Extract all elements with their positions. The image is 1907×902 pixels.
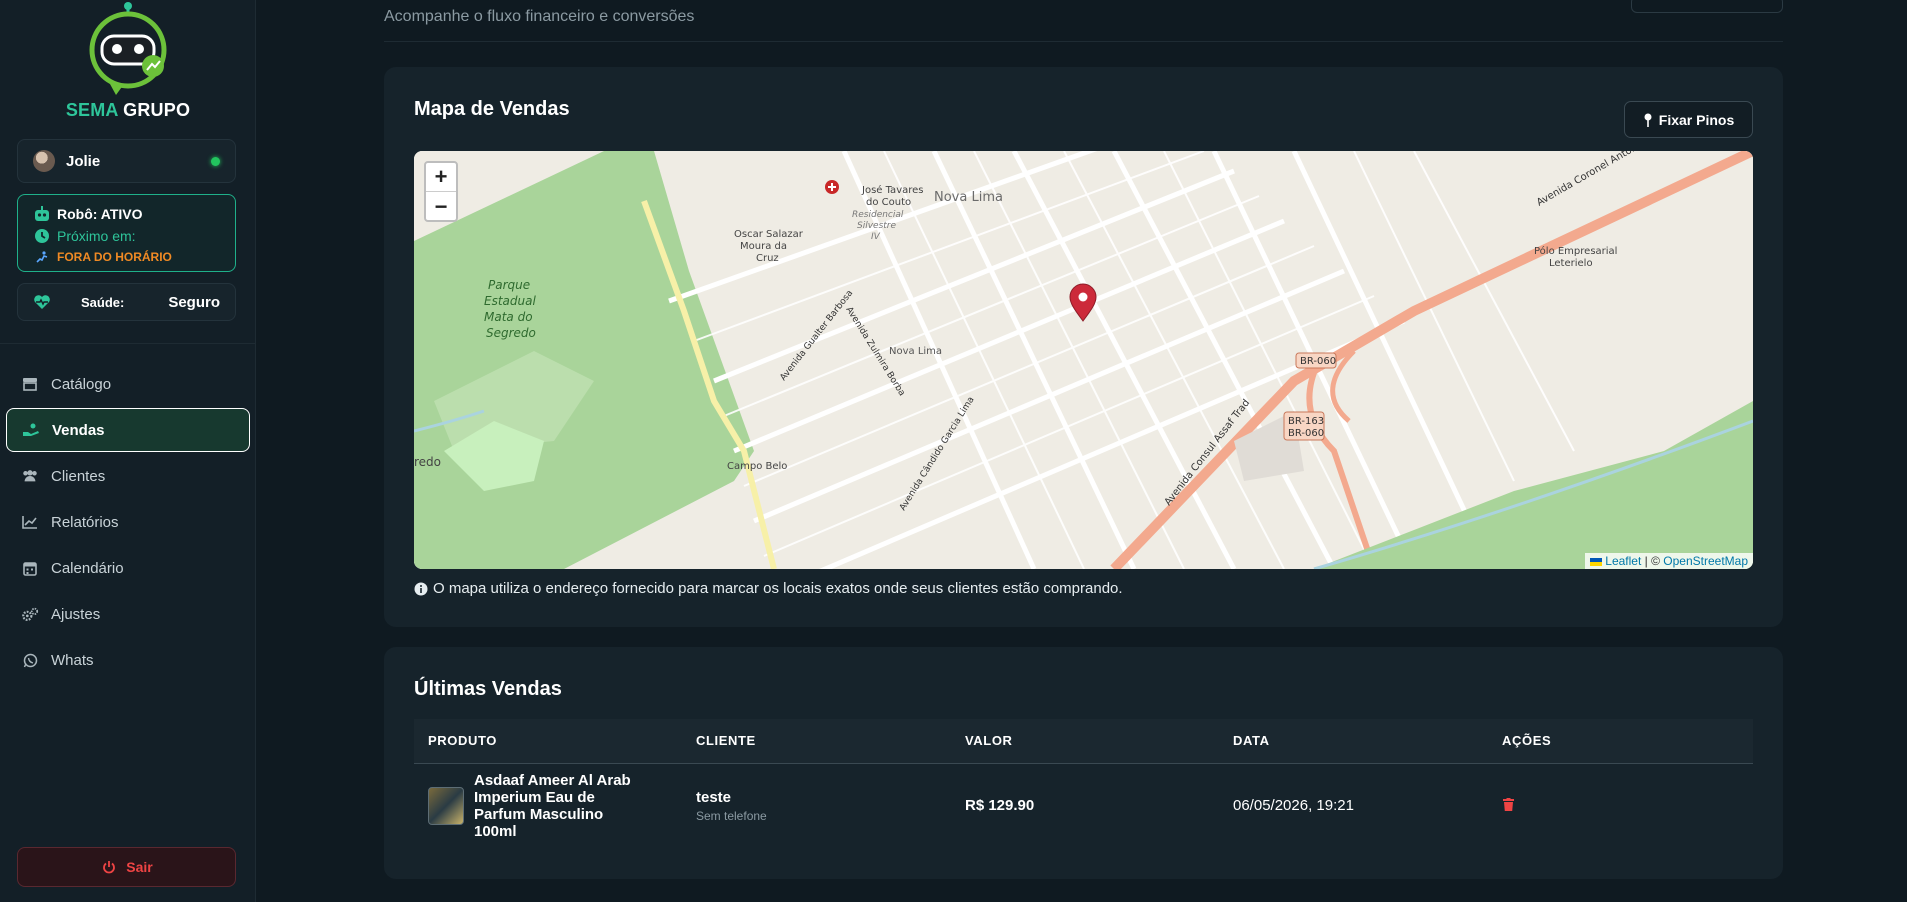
sidebar-item-label: Whats (51, 651, 94, 669)
sidebar-item-label: Catálogo (51, 375, 112, 393)
ukraine-flag-icon (1589, 557, 1602, 566)
map-info-text: O mapa utiliza o endereço fornecido para… (433, 580, 1123, 597)
sidebar-item-clientes[interactable]: Clientes (6, 454, 250, 498)
whatsapp-icon (21, 651, 39, 669)
map-panel-title: Mapa de Vendas (414, 98, 570, 120)
power-icon (100, 858, 118, 876)
client-phone: Sem telefone (696, 809, 767, 824)
sales-table: PRODUTO CLIENTE VALOR DATA AÇÕES Asdaaf … (414, 719, 1753, 849)
sales-panel-title: Últimas Vendas (414, 678, 562, 700)
info-icon (414, 582, 428, 596)
sidebar-item-whats[interactable]: Whats (6, 638, 250, 682)
health-label: Saúde: (81, 294, 125, 310)
column-header-cliente: CLIENTE (682, 719, 951, 764)
sale-date: 06/05/2026, 19:21 (1233, 797, 1354, 815)
map-label-nova-lima-2: Nova Lima (889, 346, 942, 357)
next-run-label: Próximo em: (57, 227, 136, 244)
attribution-separator: | © (1644, 554, 1660, 568)
logout-label: Sair (126, 859, 153, 875)
zoom-in-button[interactable]: + (426, 163, 456, 192)
sidebar: SEMA GRUPO Jolie Robô: ATIVO Próximo em:… (0, 0, 256, 902)
product-cell: Asdaaf Ameer Al Arab Imperium Eau de Par… (414, 763, 682, 849)
calendar-icon (21, 559, 39, 577)
sidebar-divider (0, 343, 256, 344)
map-tiles[interactable]: Nova Lima Nova Lima Parque Estadual Mata d… (414, 151, 1753, 569)
chart-line-icon (21, 513, 39, 531)
robot-status-card: Robô: ATIVO Próximo em: FORA DO HORÁRIO (17, 194, 236, 272)
sale-value: R$ 129.90 (965, 797, 1035, 815)
sales-map-panel: Mapa de Vendas Fixar Pinos Nova Lima Nov… (384, 67, 1783, 627)
sidebar-item-label: Clientes (51, 467, 106, 485)
store-icon (21, 375, 39, 393)
next-run-value: FORA DO HORÁRIO (57, 249, 172, 264)
map-label-campo-belo: Campo Belo (727, 461, 787, 472)
sales-map[interactable]: Nova Lima Nova Lima Parque Estadual Mata d… (414, 151, 1753, 569)
map-info-note: O mapa utiliza o endereço fornecido para… (414, 580, 1123, 597)
header-divider (384, 41, 1783, 42)
client-cell: teste Sem telefone (682, 763, 951, 849)
zoom-out-button[interactable]: − (426, 192, 456, 221)
brand-name: SEMA GRUPO (0, 100, 256, 121)
header-action-button[interactable] (1631, 0, 1783, 13)
avatar (33, 150, 55, 172)
map-attribution: Leaflet | © OpenStreetMap (1584, 553, 1753, 569)
sidebar-item-catalogo[interactable]: Catálogo (6, 362, 250, 406)
date-cell: 06/05/2026, 19:21 (1219, 763, 1488, 849)
robot-icon (33, 205, 51, 223)
sidebar-item-relatorios[interactable]: Relatórios (6, 500, 250, 544)
page-subtitle: Acompanhe o fluxo financeiro e conversõe… (384, 8, 695, 25)
column-header-acoes: AÇÕES (1488, 719, 1753, 764)
sidebar-item-vendas[interactable]: Vendas (6, 408, 250, 452)
user-name: Jolie (66, 152, 101, 170)
table-row: Asdaaf Ameer Al Arab Imperium Eau de Par… (414, 763, 1753, 849)
gears-icon (21, 605, 39, 623)
map-shield-br060b: BR-060 (1288, 428, 1324, 439)
users-icon (21, 467, 39, 485)
fix-pins-button[interactable]: Fixar Pinos (1624, 101, 1753, 138)
sidebar-item-label: Ajustes (51, 605, 101, 623)
column-header-data: DATA (1219, 719, 1488, 764)
openstreetmap-link[interactable]: OpenStreetMap (1663, 554, 1748, 568)
health-card: Saúde: Seguro (17, 283, 236, 321)
running-icon (33, 248, 51, 266)
clock-icon (33, 227, 51, 245)
brand-name-part2: GRUPO (123, 100, 191, 120)
latest-sales-panel: Últimas Vendas PRODUTO CLIENTE VALOR DAT… (384, 647, 1783, 879)
robot-logo-icon (89, 2, 167, 95)
sidebar-nav: Catálogo Vendas Clientes Relatórios Cale… (0, 362, 256, 684)
column-header-valor: VALOR (951, 719, 1219, 764)
trash-icon[interactable] (1502, 797, 1514, 811)
sidebar-item-label: Calendário (51, 559, 124, 577)
brand-logo: SEMA GRUPO (0, 0, 256, 125)
user-card[interactable]: Jolie (17, 139, 236, 183)
robot-status-text: Robô: ATIVO (57, 205, 143, 222)
sidebar-item-label: Relatórios (51, 513, 119, 531)
brand-name-part1: SEMA (65, 100, 118, 120)
sidebar-item-label: Vendas (52, 421, 105, 439)
health-value: Seguro (168, 293, 220, 311)
online-status-dot (211, 157, 220, 166)
sales-table-header: PRODUTO CLIENTE VALOR DATA AÇÕES (414, 719, 1753, 764)
fix-pins-label: Fixar Pinos (1658, 111, 1735, 128)
hand-coins-icon (22, 421, 40, 439)
product-thumbnail (428, 787, 464, 826)
heart-pulse-icon (33, 293, 51, 311)
sidebar-item-calendario[interactable]: Calendário (6, 546, 250, 590)
client-name: teste (696, 789, 732, 807)
leaflet-link[interactable]: Leaflet (1605, 554, 1641, 568)
map-label-nova-lima: Nova Lima (934, 190, 1003, 205)
product-name: Asdaaf Ameer Al Arab Imperium Eau de Par… (474, 772, 631, 841)
value-cell: R$ 129.90 (951, 763, 1219, 849)
pin-icon (1643, 111, 1653, 129)
map-label-redo: redo (414, 455, 441, 469)
actions-cell (1488, 763, 1753, 849)
sidebar-item-ajustes[interactable]: Ajustes (6, 592, 250, 636)
column-header-produto: PRODUTO (414, 719, 682, 764)
map-zoom-control: + − (424, 161, 458, 222)
logout-button[interactable]: Sair (17, 847, 236, 887)
map-shield-br060: BR-060 (1300, 356, 1336, 367)
map-shield-br163: BR-163 (1288, 416, 1324, 427)
